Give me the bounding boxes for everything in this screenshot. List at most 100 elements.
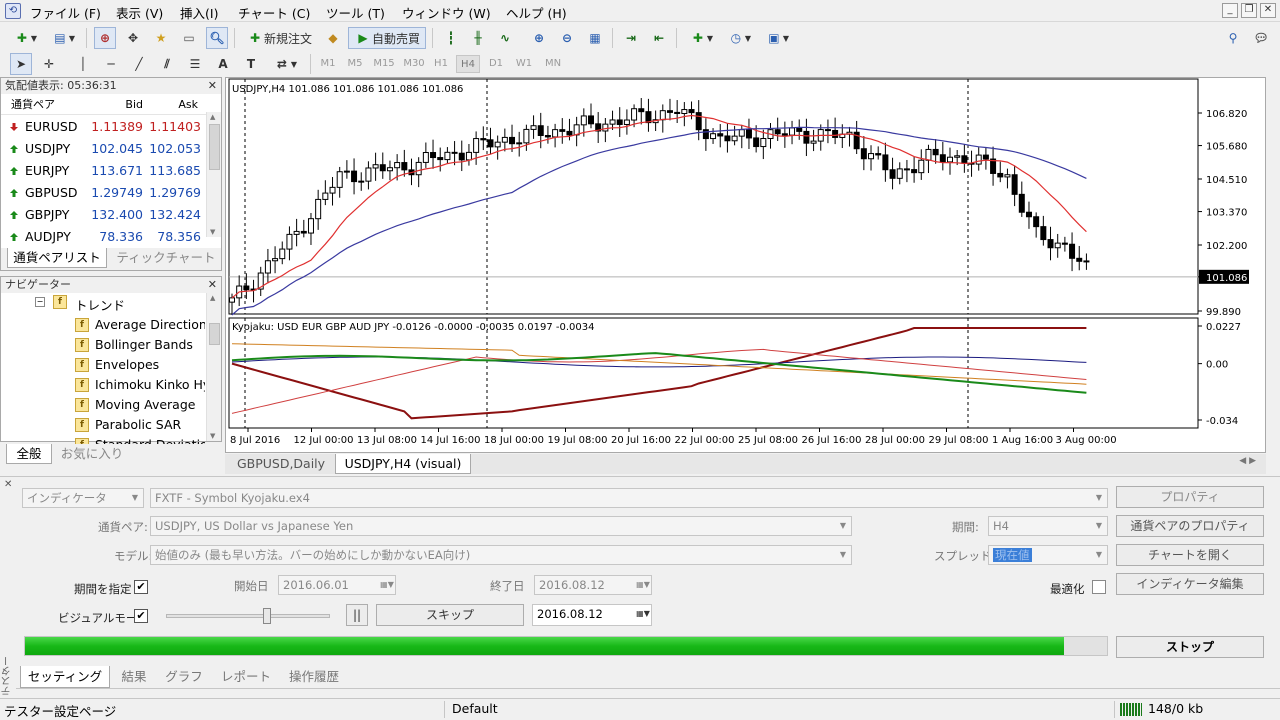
- profiles-button[interactable]: ▤ ▼: [48, 27, 78, 49]
- cursor-button[interactable]: ➤: [10, 53, 32, 75]
- skip-date-field[interactable]: 2016.08.12 ▦▼: [532, 604, 652, 626]
- chart-shift-button[interactable]: ⇤: [648, 27, 670, 49]
- optimize-checkbox[interactable]: [1092, 580, 1106, 594]
- fibonacci-button[interactable]: ☰: [184, 53, 206, 75]
- market-watch-row[interactable]: GBPUSD 1.29749 1.29769: [1, 182, 206, 204]
- navigator-item[interactable]: Average Directional: [95, 315, 205, 335]
- navigator-item[interactable]: Envelopes: [95, 355, 205, 375]
- speed-slider[interactable]: [166, 608, 330, 624]
- symbol-properties-button[interactable]: 通貨ペアのプロパティ: [1116, 515, 1264, 537]
- tab-scroll-icon[interactable]: ◀ ▶: [1239, 456, 1256, 466]
- market-watch-row[interactable]: USDJPY 102.045 102.053: [1, 138, 206, 160]
- tf-m1[interactable]: M1: [316, 55, 340, 73]
- tf-m30[interactable]: M30: [400, 55, 428, 73]
- header-bid[interactable]: Bid: [125, 95, 143, 115]
- close-icon[interactable]: ✕: [208, 278, 217, 291]
- close-icon[interactable]: ✕: [208, 79, 217, 92]
- market-watch-row[interactable]: EURJPY 113.671 113.685: [1, 160, 206, 182]
- menu-tools[interactable]: ツール (T): [326, 3, 385, 22]
- market-watch-button[interactable]: ⊕: [94, 27, 116, 49]
- period-select[interactable]: H4 ▼: [988, 516, 1108, 536]
- properties-button[interactable]: プロパティ: [1116, 486, 1264, 508]
- tab-report[interactable]: レポート: [212, 666, 280, 688]
- new-order-button[interactable]: ✚ 新規注文: [242, 27, 316, 49]
- menu-insert[interactable]: 挿入(I): [180, 3, 218, 22]
- tf-h1[interactable]: H1: [430, 55, 452, 73]
- market-watch-row[interactable]: EURUSD 1.11389 1.11403: [1, 116, 206, 138]
- visual-mode-checkbox[interactable]: ✔: [134, 609, 148, 623]
- tf-mn[interactable]: MN: [540, 55, 566, 73]
- channel-button[interactable]: ⫽: [156, 53, 178, 75]
- tf-h4[interactable]: H4: [456, 55, 480, 73]
- menu-window[interactable]: ウィンドウ (W): [402, 3, 491, 22]
- spread-select[interactable]: 現在値 ▼: [988, 545, 1108, 565]
- app-icon[interactable]: ⟲: [5, 3, 21, 19]
- new-chart-button[interactable]: ✚ ▼: [8, 27, 42, 49]
- use-date-checkbox[interactable]: ✔: [134, 580, 148, 594]
- end-date-field[interactable]: 2016.08.12 ▦▼: [534, 575, 652, 595]
- tab-general[interactable]: 全般: [6, 444, 52, 464]
- arrows-button[interactable]: ⇄ ▼: [268, 53, 302, 75]
- edit-indicator-button[interactable]: インディケータ編集: [1116, 573, 1264, 595]
- templates-button[interactable]: ▣ ▼: [760, 27, 794, 49]
- tab-results[interactable]: 結果: [112, 666, 156, 688]
- menu-file[interactable]: ファイル (F): [30, 3, 101, 22]
- bar-chart-button[interactable]: ┇: [440, 27, 462, 49]
- restore-icon[interactable]: ❐: [1241, 3, 1257, 18]
- slider-thumb[interactable]: [263, 608, 271, 624]
- navigator-item[interactable]: Ichimoku Kinko Hy: [95, 375, 205, 395]
- tile-windows-button[interactable]: ▦: [584, 27, 606, 49]
- tab-graph[interactable]: グラフ: [158, 666, 210, 688]
- tester-button[interactable]: 🔍︎: [206, 27, 228, 49]
- header-ask[interactable]: Ask: [178, 95, 198, 115]
- text-label-button[interactable]: T: [240, 53, 262, 75]
- collapse-icon[interactable]: −: [35, 297, 45, 307]
- auto-trade-button[interactable]: ▶ 自動売買: [348, 27, 426, 49]
- chat-button[interactable]: 💬︎: [1248, 27, 1274, 49]
- start-date-field[interactable]: 2016.06.01 ▦▼: [278, 575, 396, 595]
- zoom-out-button[interactable]: ⊖: [556, 27, 578, 49]
- vertical-line-button[interactable]: │: [72, 53, 94, 75]
- metaeditor-button[interactable]: ◆: [322, 27, 344, 49]
- scroll-thumb[interactable]: [209, 124, 220, 170]
- market-watch-row[interactable]: GBPJPY 132.400 132.424: [1, 204, 206, 226]
- tester-type-select[interactable]: インディケータ ▼: [22, 488, 144, 508]
- open-chart-button[interactable]: チャートを開く: [1116, 544, 1264, 566]
- navigator-item[interactable]: Bollinger Bands: [95, 335, 205, 355]
- trendline-button[interactable]: ╱: [128, 53, 150, 75]
- price-chart[interactable]: 106.820 105.680 104.510 103.370 102.200 101.0…: [226, 78, 1265, 452]
- terminal-button[interactable]: ▭: [178, 27, 200, 49]
- stop-button[interactable]: ストップ: [1116, 636, 1264, 658]
- tab-favorites[interactable]: お気に入り: [56, 444, 128, 464]
- tab-journal[interactable]: 操作履歴: [282, 666, 346, 688]
- candle-chart-button[interactable]: ╫: [467, 27, 489, 49]
- tf-d1[interactable]: D1: [484, 55, 508, 73]
- symbol-select[interactable]: USDJPY, US Dollar vs Japanese Yen ▼: [150, 516, 852, 536]
- navigator-button[interactable]: ★: [150, 27, 172, 49]
- header-symbol[interactable]: 通貨ペア: [11, 95, 55, 115]
- tab-gbpusd-daily[interactable]: GBPUSD,Daily: [229, 454, 333, 474]
- model-select[interactable]: 始値のみ (最も早い方法。バーの始めにしか動かないEA向け) ▼: [150, 545, 852, 565]
- tab-tick-chart[interactable]: ティックチャート: [111, 248, 221, 268]
- skip-button[interactable]: スキップ: [376, 604, 524, 626]
- data-window-button[interactable]: ✥: [122, 27, 144, 49]
- tab-symbols[interactable]: 通貨ペアリスト: [7, 248, 107, 268]
- zoom-in-button[interactable]: ⊕: [528, 27, 550, 49]
- tf-w1[interactable]: W1: [512, 55, 536, 73]
- navigator-item[interactable]: Moving Average: [95, 395, 205, 415]
- close-icon[interactable]: ✕: [1260, 3, 1276, 18]
- tf-m15[interactable]: M15: [370, 55, 398, 73]
- scroll-thumb[interactable]: [209, 323, 220, 345]
- menu-view[interactable]: 表示 (V): [116, 3, 163, 22]
- pause-button[interactable]: ||: [346, 604, 368, 626]
- tab-usdjpy-h4[interactable]: USDJPY,H4 (visual): [335, 454, 471, 474]
- minimize-icon[interactable]: _: [1222, 3, 1238, 18]
- menu-help[interactable]: ヘルプ (H): [506, 3, 567, 22]
- crosshair-button[interactable]: ✛: [38, 53, 60, 75]
- autoscroll-button[interactable]: ⇥: [620, 27, 642, 49]
- line-chart-button[interactable]: ∿: [494, 27, 516, 49]
- tab-settings[interactable]: セッティング: [20, 666, 110, 688]
- periods-button[interactable]: ◷ ▼: [722, 27, 756, 49]
- navigator-scrollbar[interactable]: ▲ ▼: [206, 293, 221, 441]
- market-watch-scrollbar[interactable]: ▲ ▼: [206, 112, 221, 237]
